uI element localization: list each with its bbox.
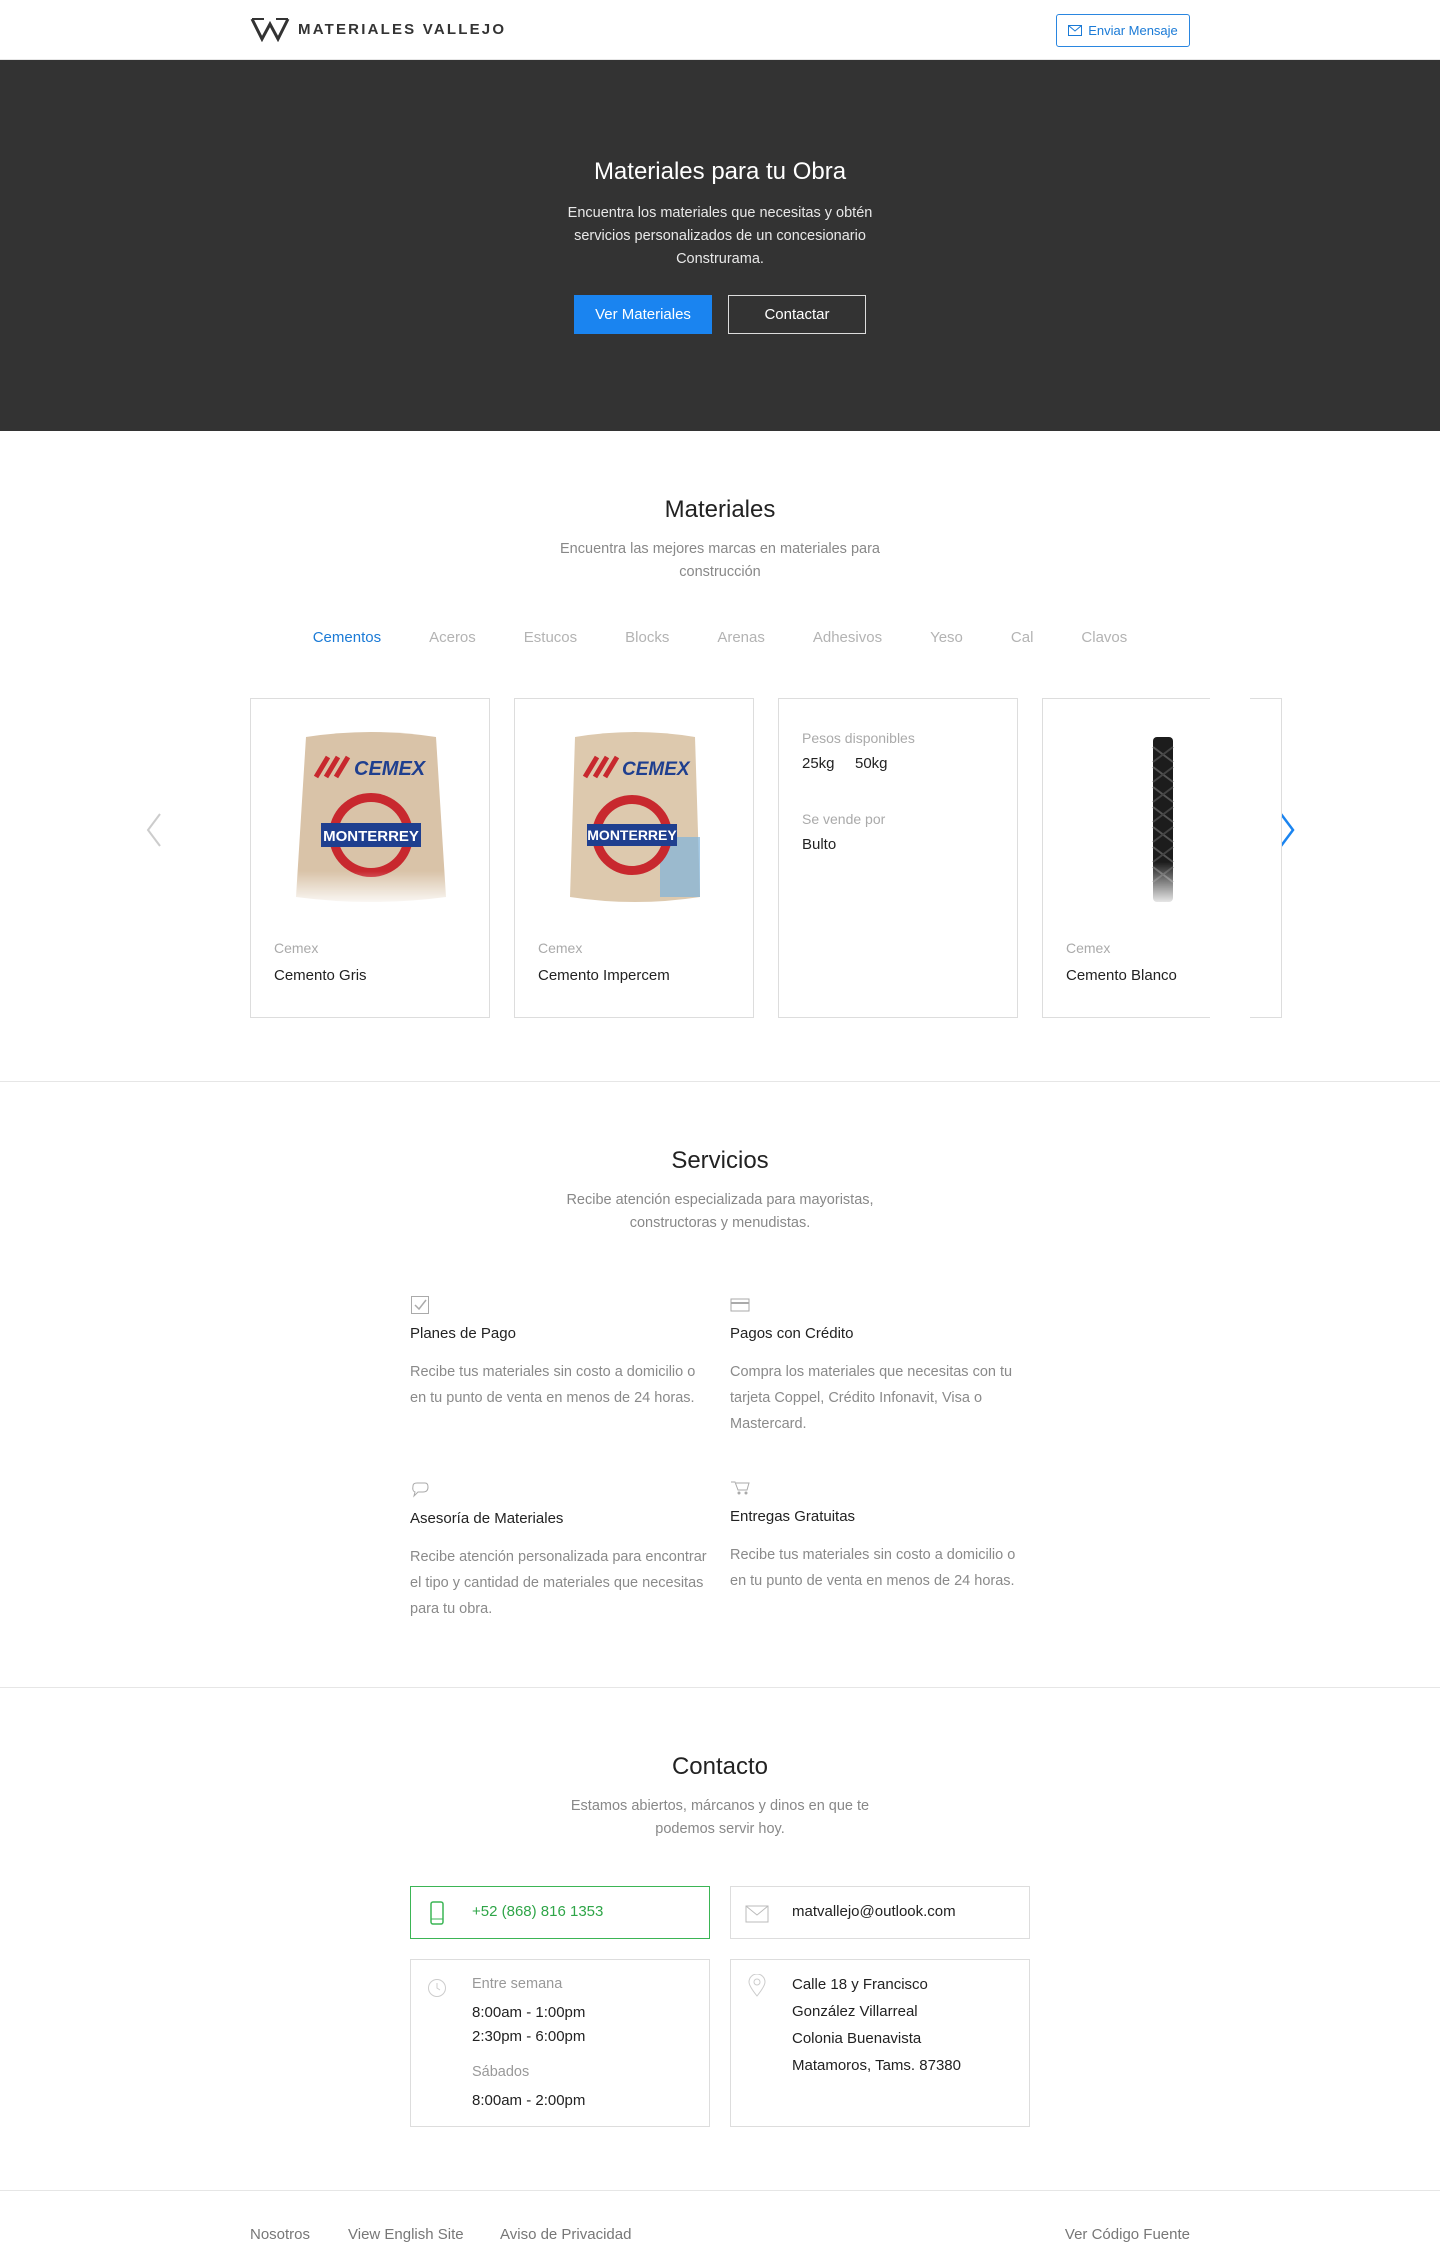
send-message-label: Enviar Mensaje [1088, 23, 1178, 38]
weekday-hours-1: 8:00am - 1:00pm [472, 2004, 586, 2021]
service-item: Pagos con Crédito Compra los materiales … [730, 1295, 1030, 1432]
service-description: Compra los materiales que necesitas con … [730, 1364, 1013, 1432]
service-item: Entregas Gratuitas Recibe tus materiales… [730, 1478, 1030, 1589]
phone-box[interactable]: +52 (868) 816 1353 [410, 1886, 710, 1939]
mobile-phone-icon [430, 1901, 444, 1925]
product-name: Cemento Gris [274, 967, 367, 984]
tab-adhesivos[interactable]: Adhesivos [789, 629, 906, 646]
tab-estucos[interactable]: Estucos [500, 629, 601, 646]
hero-subtitle: Encuentra los materiales que necesitas y… [567, 205, 873, 267]
email-address[interactable]: matvallejo@outlook.com [792, 1903, 956, 1920]
carousel-edge-mask [1210, 690, 1250, 1030]
service-title: Pagos con Crédito [730, 1325, 854, 1342]
sold-by-value: Bulto [802, 836, 837, 853]
phone-number[interactable]: +52 (868) 816 1353 [472, 1903, 603, 1920]
product-brand: Cemex [538, 940, 583, 956]
credit-card-icon [730, 1298, 750, 1312]
materials-title: Materiales [664, 496, 776, 523]
section-divider [0, 1687, 1440, 1688]
weekday-hours-2: 2:30pm - 6:00pm [472, 2028, 586, 2045]
product-details-card: Pesos disponibles 25kg 50kg Se vende por… [778, 698, 1018, 1018]
tab-clavos[interactable]: Clavos [1057, 629, 1151, 646]
service-title: Planes de Pago [410, 1325, 516, 1342]
footer: Nosotros View English Site Aviso de Priv… [0, 2190, 1440, 2258]
location-pin-icon [748, 1974, 766, 1997]
saturday-hours: 8:00am - 2:00pm [472, 2092, 586, 2109]
hero-banner: Materiales para tu Obra Encuentra los ma… [0, 60, 1440, 431]
logo-mark-icon [250, 18, 290, 42]
footer-link-nosotros[interactable]: Nosotros [250, 2226, 310, 2243]
logo[interactable]: MATERIALES VALLEJO [250, 16, 506, 42]
address-line: Calle 18 y Francisco [792, 1976, 928, 1993]
product-name: Cemento Impercem [538, 967, 670, 984]
address-line: González Villarreal [792, 2003, 918, 2020]
logo-text: MATERIALES VALLEJO [298, 20, 507, 38]
service-description: Recibe atención personalizada para encon… [410, 1549, 707, 1617]
hero-title: Materiales para tu Obra [593, 158, 847, 185]
section-divider [0, 1081, 1440, 1082]
footer-link-english-site[interactable]: View English Site [348, 2226, 464, 2243]
bag-brand-text: CEMEX [622, 759, 691, 780]
service-item: Asesoría de Materiales Recibe atención p… [410, 1480, 710, 1617]
product-name: Cemento Blanco [1066, 967, 1177, 984]
materials-subtitle: Encuentra las mejores marcas en material… [560, 541, 880, 580]
tab-cal[interactable]: Cal [987, 629, 1058, 646]
contact-title: Contacto [671, 1753, 769, 1780]
tab-aceros[interactable]: Aceros [405, 629, 500, 646]
product-brand: Cemex [274, 940, 319, 956]
chat-bubble-icon [412, 1482, 429, 1498]
delivery-cart-icon [731, 1481, 750, 1495]
address-line: Matamoros, Tams. 87380 [792, 2057, 961, 2074]
weight-option-50kg[interactable]: 50kg [855, 755, 888, 772]
weights-label: Pesos disponibles [802, 730, 915, 746]
bag-label-text: MONTERREY [587, 827, 677, 843]
tab-arenas[interactable]: Arenas [693, 629, 789, 646]
hours-box: Entre semana 8:00am - 1:00pm 2:30pm - 6:… [410, 1959, 710, 2127]
service-description: Recibe tus materiales sin costo a domici… [730, 1547, 1016, 1589]
footer-link-source-code[interactable]: Ver Código Fuente [1065, 2226, 1190, 2243]
envelope-icon [745, 1905, 769, 1923]
email-box[interactable]: matvallejo@outlook.com [730, 1886, 1030, 1939]
cement-bag-image: CEMEX MONTERREY [525, 727, 745, 907]
weight-option-25kg[interactable]: 25kg [802, 755, 835, 772]
service-title: Entregas Gratuitas [730, 1508, 856, 1525]
product-card-cemento-impercem[interactable]: CEMEX MONTERREY Cemex Cemento Impercem [514, 698, 754, 1018]
product-brand: Cemex [1066, 940, 1111, 956]
tab-cementos[interactable]: Cementos [289, 629, 405, 646]
send-message-button[interactable]: Enviar Mensaje [1056, 14, 1190, 47]
top-navbar: MATERIALES VALLEJO Enviar Mensaje [0, 0, 1440, 60]
service-title: Asesoría de Materiales [410, 1510, 564, 1527]
saturday-label: Sábados [472, 2064, 530, 2080]
cement-bag-image: CEMEX MONTERREY [261, 727, 481, 907]
carousel-prev-arrow-icon[interactable] [142, 810, 166, 850]
materials-tabs: Cementos Aceros Estucos Blocks Arenas Ad… [0, 629, 1440, 646]
envelope-icon [1068, 25, 1083, 36]
service-item: Planes de Pago Recibe tus materiales sin… [410, 1295, 710, 1406]
services-subtitle: Recibe atención especializada para mayor… [566, 1192, 874, 1231]
clock-icon [428, 1979, 446, 1997]
checkbox-icon [411, 1296, 429, 1314]
service-description: Recibe tus materiales sin costo a domici… [410, 1364, 696, 1406]
view-materials-button[interactable]: Ver Materiales [574, 295, 712, 334]
footer-link-privacy[interactable]: Aviso de Privacidad [500, 2226, 631, 2243]
product-card-cemento-gris[interactable]: CEMEX MONTERREY Cemex Cemento Gris [250, 698, 490, 1018]
tab-yeso[interactable]: Yeso [906, 629, 987, 646]
address-line: Colonia Buenavista [792, 2030, 922, 2047]
weekday-label: Entre semana [472, 1976, 563, 1992]
address-box: Calle 18 y Francisco González Villarreal… [730, 1959, 1030, 2127]
services-title: Servicios [671, 1147, 769, 1174]
tab-blocks[interactable]: Blocks [601, 629, 693, 646]
contact-button[interactable]: Contactar [728, 295, 866, 334]
contact-subtitle: Estamos abiertos, márcanos y dinos en qu… [570, 1798, 870, 1837]
sold-by-label: Se vende por [802, 811, 886, 827]
